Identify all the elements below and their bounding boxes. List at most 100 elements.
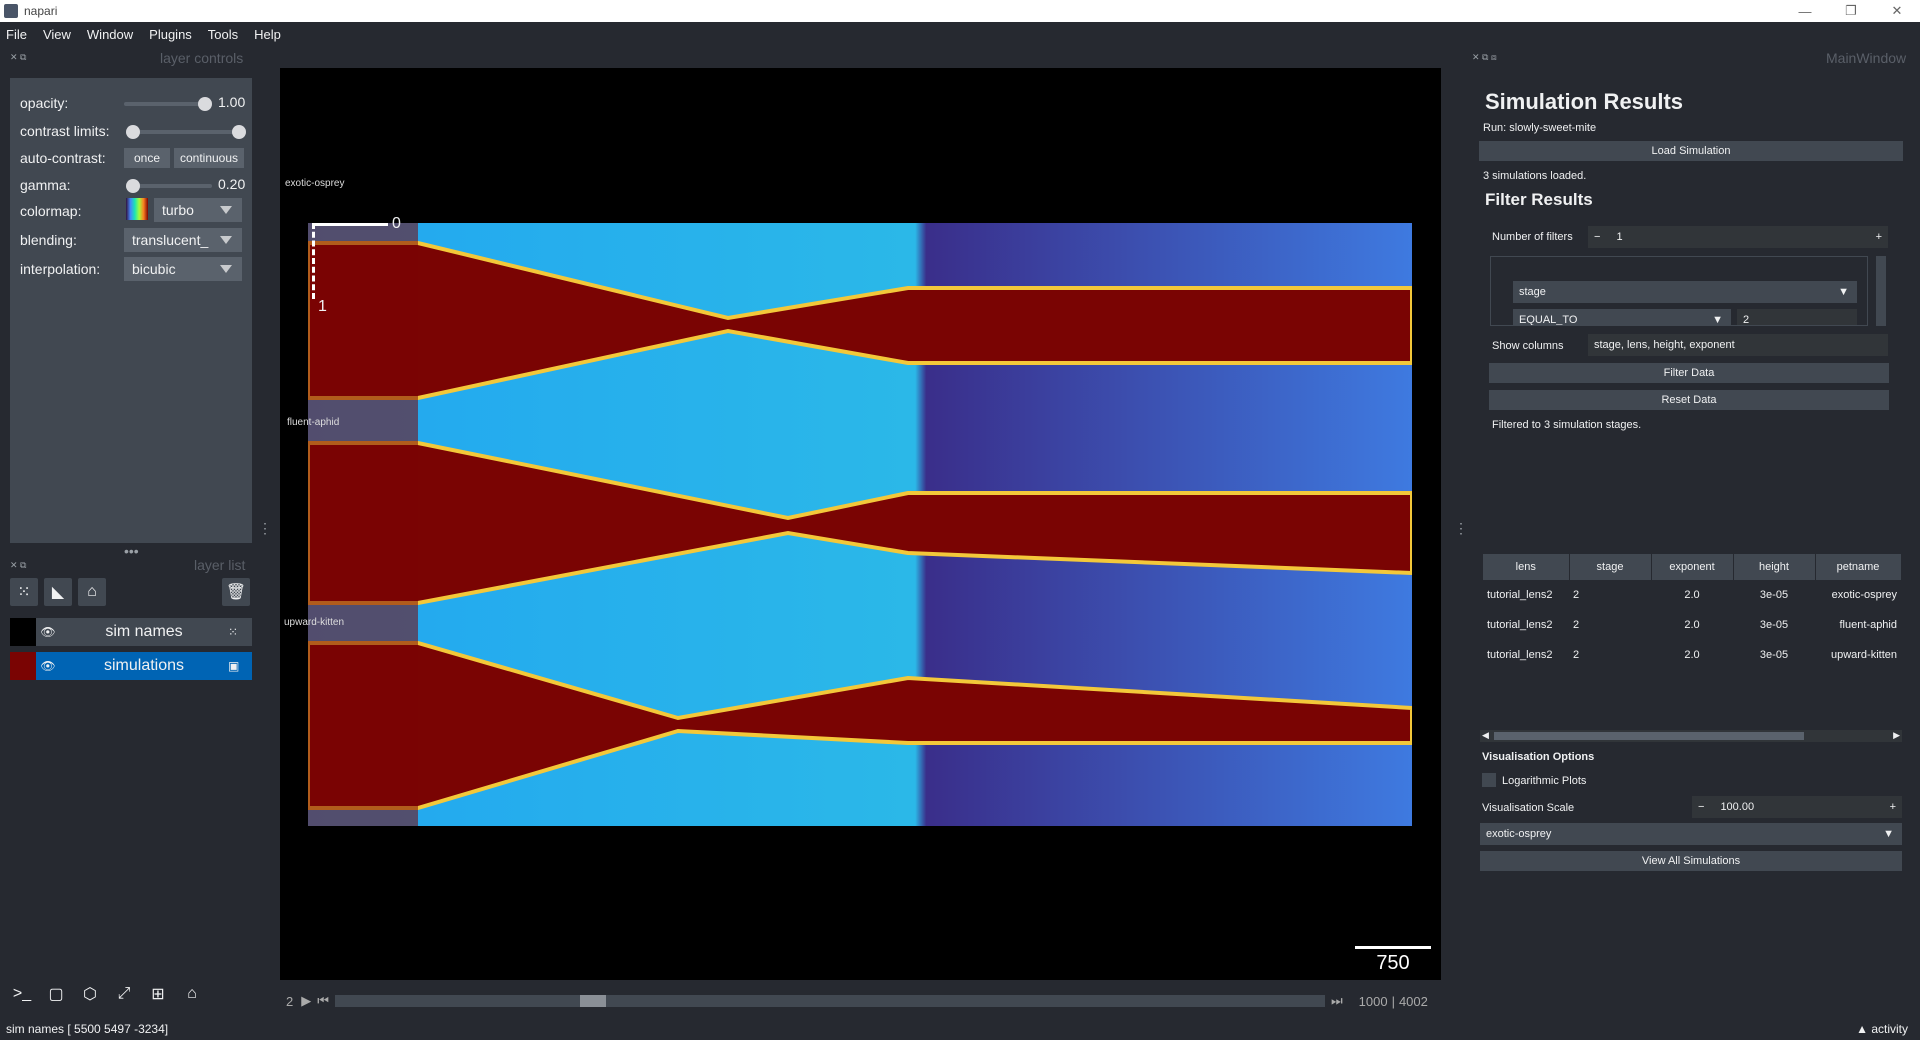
col-header-lens[interactable]: lens (1483, 554, 1570, 580)
cell-lens[interactable]: tutorial_lens2 (1483, 640, 1569, 670)
table-hscroll-handle[interactable] (1494, 732, 1804, 740)
minimize-button[interactable]: — (1782, 0, 1828, 22)
auto-contrast-once-button[interactable]: once (124, 148, 170, 168)
scroll-left-icon[interactable]: ◀ (1482, 730, 1489, 741)
new-labels-icon[interactable]: ⌂ (78, 578, 106, 606)
visualisation-scale-spinbox[interactable]: − 100.00 + (1692, 796, 1902, 818)
table-row[interactable]: tutorial_lens2 2 2.0 3e-05 exotic-osprey (1483, 580, 1901, 610)
minus-icon[interactable]: − (1698, 801, 1704, 813)
minus-icon[interactable]: − (1594, 231, 1600, 243)
cell-height[interactable]: 3e-05 (1733, 610, 1815, 640)
layer-row-sim-names[interactable]: 👁 sim names ⁙ (10, 618, 252, 646)
splitter-handle-icon[interactable]: ••• (124, 543, 139, 559)
table-row[interactable]: tutorial_lens2 2 2.0 3e-05 fluent-aphid (1483, 610, 1901, 640)
simulation-select[interactable]: exotic-osprey ▼ (1480, 823, 1902, 845)
dims-slider-handle[interactable] (579, 995, 606, 1007)
play-icon[interactable]: ▶ (301, 993, 311, 1009)
new-points-icon[interactable]: ⁙ (10, 578, 38, 606)
logarithmic-label[interactable]: Logarithmic Plots (1502, 775, 1586, 787)
activity-button[interactable]: ▲ activity (1856, 1022, 1908, 1036)
cell-stage[interactable]: 2 (1569, 640, 1651, 670)
table-row[interactable]: tutorial_lens2 2 2.0 3e-05 upward-kitten (1483, 640, 1901, 670)
cell-height[interactable]: 3e-05 (1733, 580, 1815, 610)
layer-name[interactable]: sim names (60, 623, 228, 641)
interpolation-select[interactable]: bicubic (124, 257, 242, 281)
layer-name[interactable]: simulations (60, 657, 228, 675)
gamma-slider[interactable] (126, 179, 212, 193)
menu-file[interactable]: File (6, 27, 27, 42)
close-button[interactable]: ✕ (1874, 0, 1920, 22)
gamma-knob[interactable] (126, 179, 140, 193)
auto-contrast-continuous-button[interactable]: continuous (174, 148, 244, 168)
scroll-right-icon[interactable]: ▶ (1893, 730, 1900, 741)
blending-select[interactable]: translucent_ (124, 228, 242, 252)
contrast-min-knob[interactable] (126, 125, 140, 139)
load-simulation-button[interactable]: Load Simulation (1479, 141, 1903, 161)
colormap-select[interactable]: turbo (154, 198, 242, 222)
cell-stage[interactable]: 2 (1569, 610, 1651, 640)
transpose-icon[interactable]: ⤢ (110, 980, 138, 1008)
cell-stage[interactable]: 2 (1569, 580, 1651, 610)
gamma-value[interactable]: 0.20 (218, 176, 248, 192)
filter-field-select[interactable]: stage ▼ (1513, 281, 1857, 303)
step-forward-icon[interactable]: ⏭ (1331, 993, 1343, 1009)
logarithmic-checkbox[interactable] (1482, 773, 1496, 787)
filter-value-input[interactable]: 2 (1737, 309, 1857, 325)
right-splitter-icon[interactable]: ⋮ (1454, 520, 1468, 537)
col-header-exponent[interactable]: exponent (1651, 554, 1734, 580)
cell-height[interactable]: 3e-05 (1733, 640, 1815, 670)
menu-plugins[interactable]: Plugins (149, 27, 192, 42)
opacity-value[interactable]: 1.00 (218, 94, 248, 110)
number-of-filters-spinbox[interactable]: − 1 + (1588, 226, 1888, 248)
dims-current[interactable]: 1000 (1359, 994, 1388, 1009)
home-icon[interactable]: ⌂ (178, 980, 206, 1008)
cell-exponent[interactable]: 2.0 (1651, 610, 1733, 640)
colormap-preview-icon (126, 198, 148, 220)
col-header-stage[interactable]: stage (1569, 554, 1652, 580)
dock-close-icon[interactable]: ✕ ⧉ ⧈ (1472, 52, 1497, 63)
console-icon[interactable]: >_ (8, 980, 36, 1008)
cell-petname[interactable]: upward-kitten (1815, 640, 1901, 670)
delete-layer-icon[interactable]: 🗑 (222, 578, 250, 606)
results-table[interactable]: lens stage exponent height petname tutor… (1483, 554, 1902, 670)
menu-tools[interactable]: Tools (208, 27, 238, 42)
new-shapes-icon[interactable]: ◣ (44, 578, 72, 606)
cell-exponent[interactable]: 2.0 (1651, 580, 1733, 610)
col-header-height[interactable]: height (1733, 554, 1816, 580)
reset-data-button[interactable]: Reset Data (1489, 390, 1889, 410)
eye-icon[interactable]: 👁 (36, 625, 60, 639)
menu-view[interactable]: View (43, 27, 71, 42)
cell-lens[interactable]: tutorial_lens2 (1483, 610, 1569, 640)
dims-slider[interactable] (334, 995, 1325, 1007)
view-all-simulations-button[interactable]: View All Simulations (1480, 851, 1902, 871)
cell-exponent[interactable]: 2.0 (1651, 640, 1733, 670)
filter-op-select[interactable]: EQUAL_TO ▼ (1513, 309, 1731, 325)
viewer-canvas[interactable]: exotic-osprey fluent-aphid upward-kitten… (280, 68, 1441, 980)
dock-close-icon[interactable]: ✕ ⧉ (10, 560, 26, 571)
plus-icon[interactable]: + (1890, 801, 1896, 813)
filter-scrollbar[interactable] (1876, 256, 1886, 326)
restore-button[interactable]: ❐ (1828, 0, 1874, 22)
cell-petname[interactable]: fluent-aphid (1815, 610, 1901, 640)
layer-row-simulations[interactable]: 👁 simulations ▣ (10, 652, 252, 680)
dock-close-icon[interactable]: ✕ ⧉ (10, 52, 26, 63)
filter-data-button[interactable]: Filter Data (1489, 363, 1889, 383)
menu-help[interactable]: Help (254, 27, 281, 42)
plus-icon[interactable]: + (1876, 231, 1882, 243)
opacity-slider[interactable] (124, 97, 212, 111)
opacity-knob[interactable] (198, 97, 212, 111)
show-columns-input[interactable]: stage, lens, height, exponent (1588, 334, 1888, 356)
menu-window[interactable]: Window (87, 27, 133, 42)
contrast-limits-slider[interactable] (126, 125, 246, 139)
eye-icon[interactable]: 👁 (36, 659, 60, 673)
roll-axes-icon[interactable]: ⬡ (76, 980, 104, 1008)
table-hscrollbar[interactable]: ◀ ▶ (1480, 730, 1902, 742)
ndisplay-icon[interactable]: ▢ (42, 980, 70, 1008)
cell-lens[interactable]: tutorial_lens2 (1483, 580, 1569, 610)
left-splitter-icon[interactable]: ⋮ (258, 520, 272, 537)
contrast-max-knob[interactable] (232, 125, 246, 139)
cell-petname[interactable]: exotic-osprey (1815, 580, 1901, 610)
step-back-icon[interactable]: ⏮ (317, 993, 329, 1009)
grid-icon[interactable]: ⊞ (144, 980, 172, 1008)
col-header-petname[interactable]: petname (1815, 554, 1902, 580)
